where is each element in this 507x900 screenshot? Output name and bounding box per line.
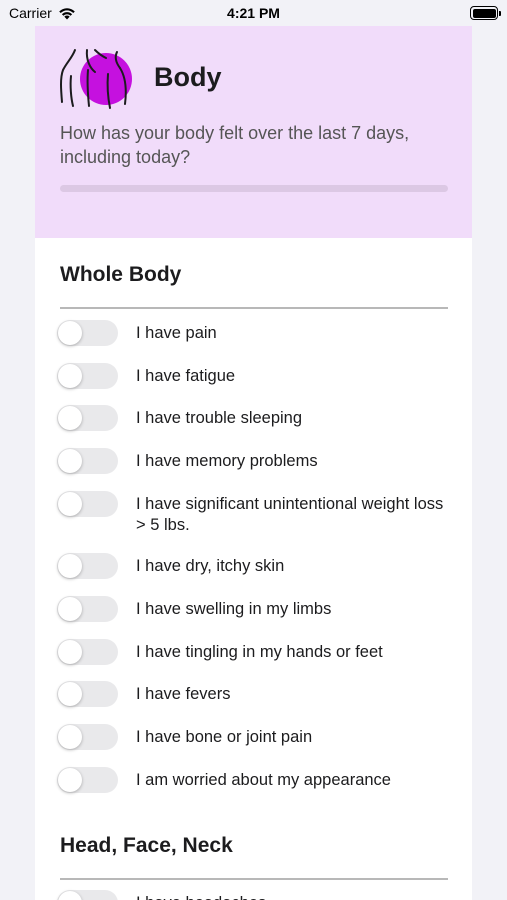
battery-fill <box>472 8 496 18</box>
toggle-switch[interactable] <box>57 767 118 793</box>
toggle-knob <box>58 725 82 749</box>
symptom-label: I have memory problems <box>136 452 318 470</box>
symptom-label: I have bone or joint pain <box>136 728 313 746</box>
symptom-label: I have trouble sleeping <box>136 409 303 427</box>
toggle-switch[interactable] <box>57 448 118 474</box>
symptom-item-fatigue[interactable]: I have fatigue <box>57 363 452 389</box>
section-divider <box>60 878 448 880</box>
symptom-item-tingling[interactable]: I have tingling in my hands or feet <box>57 639 452 665</box>
symptom-label: I am worried about my appearance <box>136 771 391 789</box>
toggle-switch[interactable] <box>57 320 118 346</box>
toggle-knob <box>58 768 82 792</box>
symptom-label: I have pain <box>136 324 217 342</box>
toggle-knob <box>58 597 82 621</box>
symptom-item-appearance[interactable]: I am worried about my appearance <box>57 767 452 793</box>
toggle-knob <box>58 640 82 664</box>
symptom-label: I have tingling in my hands or feet <box>136 643 383 661</box>
survey-question: How has your body felt over the last 7 d… <box>60 123 410 167</box>
toggle-switch[interactable] <box>57 890 118 900</box>
toggle-knob <box>58 406 82 430</box>
toggle-switch[interactable] <box>57 681 118 707</box>
symptom-item-trouble-sleeping[interactable]: I have trouble sleeping <box>57 405 452 431</box>
toggle-knob <box>58 554 82 578</box>
survey-header: Body How has your body felt over the las… <box>35 26 472 238</box>
section-title-head-face-neck: Head, Face, Neck <box>60 834 233 857</box>
toggle-switch[interactable] <box>57 363 118 389</box>
toggle-knob <box>58 321 82 345</box>
toggle-switch[interactable] <box>57 405 118 431</box>
toggle-switch[interactable] <box>57 596 118 622</box>
symptom-item-bone-joint-pain[interactable]: I have bone or joint pain <box>57 724 452 750</box>
symptom-item-fevers[interactable]: I have fevers <box>57 681 452 707</box>
body-shoulders-icon <box>60 49 132 109</box>
status-bar: Carrier 4:21 PM <box>0 0 507 26</box>
toggle-knob <box>58 891 82 900</box>
toggle-knob <box>58 682 82 706</box>
page-title: Body <box>154 62 222 92</box>
status-time: 4:21 PM <box>227 5 280 21</box>
survey-card: Body How has your body felt over the las… <box>35 26 472 900</box>
section-divider <box>60 307 448 309</box>
toggle-switch[interactable] <box>57 724 118 750</box>
toggle-knob <box>58 492 82 516</box>
toggle-switch[interactable] <box>57 553 118 579</box>
toggle-switch[interactable] <box>57 639 118 665</box>
toggle-switch[interactable] <box>57 491 118 517</box>
symptom-label: I have fatigue <box>136 367 236 385</box>
symptom-item-memory-problems[interactable]: I have memory problems <box>57 448 452 474</box>
toggle-knob <box>58 449 82 473</box>
symptom-item-dry-skin[interactable]: I have dry, itchy skin <box>57 553 452 579</box>
symptom-label: I have significant unintentional weight … <box>136 495 444 534</box>
symptom-label: I have dry, itchy skin <box>136 557 285 575</box>
section-title-whole-body: Whole Body <box>60 263 182 286</box>
symptom-label: I have headaches <box>136 890 446 900</box>
symptom-item-pain[interactable]: I have pain <box>57 320 452 346</box>
symptom-item-swelling[interactable]: I have swelling in my limbs <box>57 596 452 622</box>
toggle-knob <box>58 364 82 388</box>
battery-icon <box>470 6 501 20</box>
symptom-label: I have fevers <box>136 685 231 703</box>
symptom-item-weight-loss[interactable]: I have significant unintentional weight … <box>57 491 452 536</box>
symptom-item-headaches[interactable]: I have headaches <box>57 890 452 900</box>
progress-bar <box>60 185 448 192</box>
symptom-label: I have swelling in my limbs <box>136 600 332 618</box>
